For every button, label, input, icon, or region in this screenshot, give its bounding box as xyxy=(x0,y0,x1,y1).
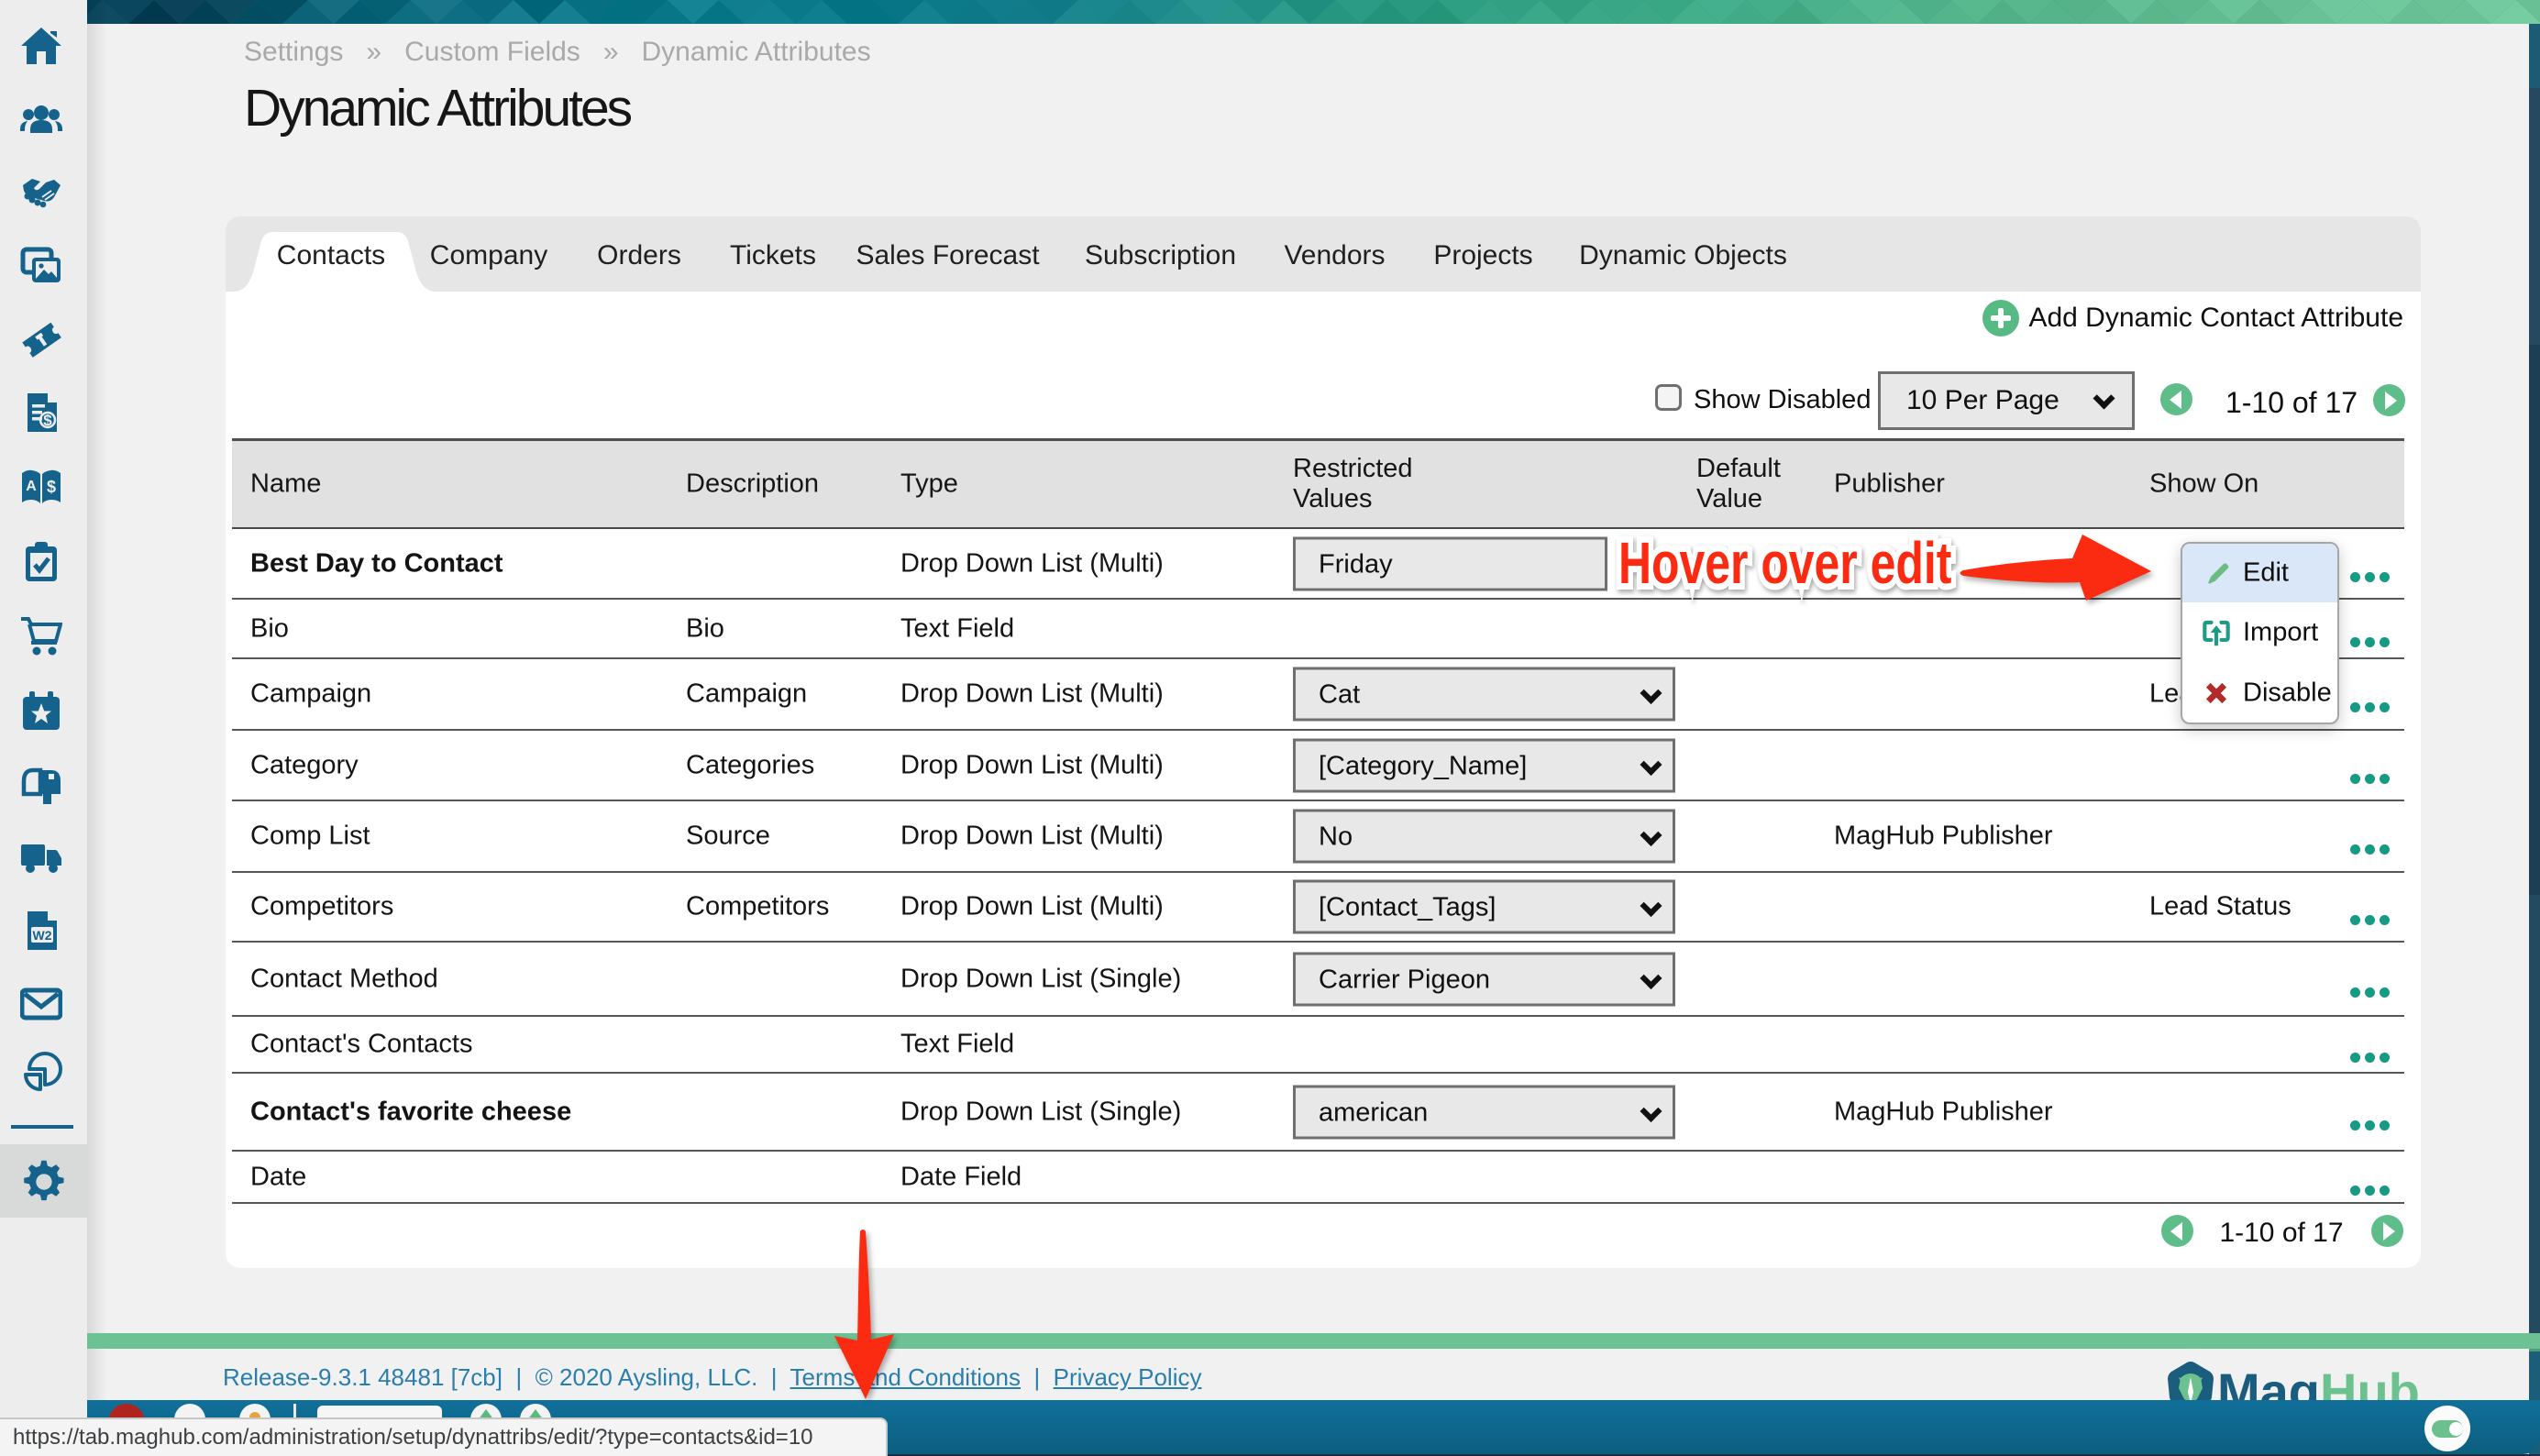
svg-text:A: A xyxy=(26,479,37,494)
svg-text:$: $ xyxy=(47,478,56,496)
svg-text:Hover over edit: Hover over edit xyxy=(1618,531,1951,596)
svg-text:$: $ xyxy=(43,412,52,429)
svg-text:W2: W2 xyxy=(33,928,52,943)
